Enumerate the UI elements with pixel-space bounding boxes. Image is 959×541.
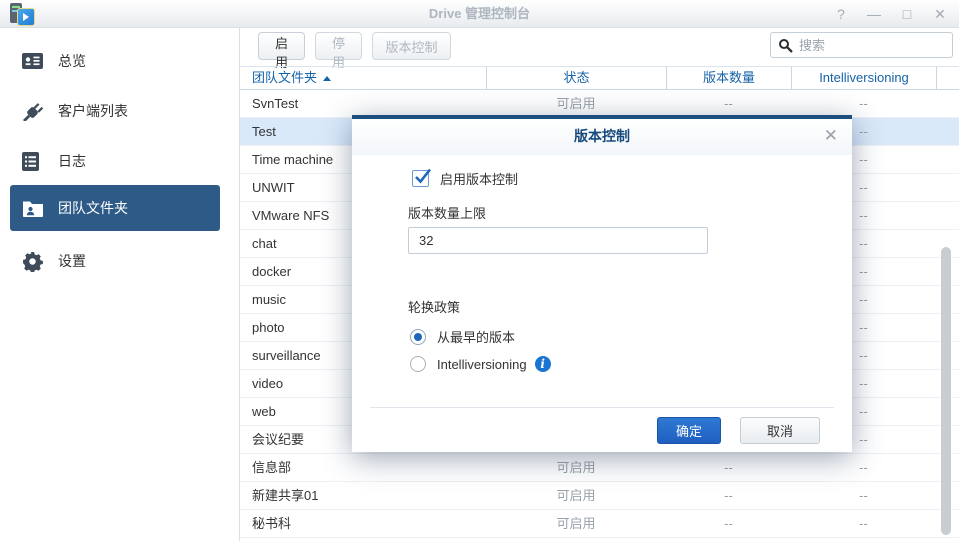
overview-card-icon	[22, 50, 46, 72]
sort-ascending-icon	[323, 76, 331, 81]
search-icon	[778, 38, 793, 53]
max-versions-label: 版本数量上限	[408, 203, 486, 222]
column-header-version-count[interactable]: 版本数量	[666, 67, 791, 89]
sidebar-item-label: 日志	[58, 151, 86, 171]
cell-intelliversioning: --	[791, 482, 936, 509]
sidebar-item-team-folder[interactable]: 团队文件夹	[10, 185, 220, 231]
column-header-status[interactable]: 状态	[486, 67, 666, 89]
table-row[interactable]: 秘书科可启用----	[240, 510, 959, 538]
column-header-spacer	[936, 67, 959, 89]
sidebar-item-client-list[interactable]: 客户端列表	[10, 91, 220, 131]
radio-selected-icon	[410, 329, 426, 345]
column-header-team-folder[interactable]: 团队文件夹	[240, 67, 486, 89]
enable-version-control-checkbox[interactable]: 启用版本控制	[412, 169, 518, 188]
cell-spacer	[936, 118, 959, 145]
disable-button[interactable]: 停用	[315, 32, 362, 60]
radio-label: 从最早的版本	[437, 327, 515, 346]
dialog-divider	[370, 407, 834, 408]
close-window-icon[interactable]: ✕	[933, 6, 947, 23]
table-row[interactable]: 新建共享01可启用----	[240, 482, 959, 510]
cell-status: 可启用	[486, 454, 666, 481]
cell-status: 可启用	[486, 90, 666, 117]
search-input[interactable]	[799, 38, 952, 53]
enable-button[interactable]: 启用	[258, 32, 305, 60]
sidebar-item-logs[interactable]: 日志	[10, 141, 220, 181]
cell-status: 可启用	[486, 510, 666, 537]
minimize-icon[interactable]: —	[867, 6, 881, 22]
radio-unselected-icon	[410, 356, 426, 372]
cell-intelliversioning: --	[791, 454, 936, 481]
dialog-title: 版本控制	[352, 119, 852, 153]
cell-versions: --	[666, 482, 791, 509]
rotation-policy-label: 轮换政策	[408, 297, 460, 316]
sidebar-item-settings[interactable]: 设置	[10, 241, 220, 281]
toolbar: 启用 停用 版本控制	[240, 28, 959, 66]
max-versions-input[interactable]	[408, 227, 708, 254]
info-icon[interactable]: i	[535, 356, 551, 372]
ok-button[interactable]: 确定	[657, 417, 721, 444]
dialog-header: 版本控制 ✕	[352, 119, 852, 155]
sidebar-item-label: 总览	[58, 51, 86, 71]
checkbox-label: 启用版本控制	[440, 169, 518, 188]
search-box[interactable]	[770, 32, 953, 58]
gear-icon	[22, 250, 46, 272]
cell-spacer	[936, 90, 959, 117]
plug-icon	[22, 100, 46, 122]
vertical-scrollbar-thumb[interactable]	[941, 247, 951, 535]
cell-versions: --	[666, 510, 791, 537]
sidebar-item-label: 团队文件夹	[58, 198, 128, 218]
cell-versions: --	[666, 90, 791, 117]
close-dialog-icon[interactable]: ✕	[824, 126, 838, 146]
cell-name: 秘书科	[240, 510, 486, 537]
cell-name: 信息部	[240, 454, 486, 481]
table-header: 团队文件夹 状态 版本数量 Intelliversioning	[240, 66, 959, 90]
column-header-intelliversioning[interactable]: Intelliversioning	[791, 67, 936, 89]
cancel-button[interactable]: 取消	[740, 417, 820, 444]
cell-spacer	[936, 146, 959, 173]
drive-admin-console-window: Drive 管理控制台 ? — □ ✕ 总览 客户端列表 日志	[0, 0, 959, 541]
help-icon[interactable]: ?	[834, 6, 848, 22]
version-control-dialog: 版本控制 ✕ 启用版本控制 版本数量上限 轮换政策 从最早的版本 Intelli…	[352, 115, 852, 452]
cell-intelliversioning: --	[791, 90, 936, 117]
cell-name: 新建共享01	[240, 482, 486, 509]
radio-intelliversioning[interactable]: Intelliversioning i	[410, 356, 551, 372]
cell-intelliversioning: --	[791, 510, 936, 537]
sidebar-item-overview[interactable]: 总览	[10, 41, 220, 81]
sidebar: 总览 客户端列表 日志 团队文件夹 设置	[0, 28, 240, 541]
cell-status: 可启用	[486, 482, 666, 509]
radio-label: Intelliversioning	[437, 357, 527, 372]
cell-versions: --	[666, 454, 791, 481]
cell-spacer	[936, 202, 959, 229]
log-icon	[22, 150, 46, 172]
cell-name: SvnTest	[240, 90, 486, 117]
window-title: Drive 管理控制台	[0, 0, 959, 28]
sidebar-item-label: 客户端列表	[58, 101, 128, 121]
version-control-button[interactable]: 版本控制	[372, 32, 451, 60]
team-folder-icon	[22, 197, 46, 219]
table-row[interactable]: SvnTest可启用----	[240, 90, 959, 118]
titlebar: Drive 管理控制台 ? — □ ✕	[0, 0, 959, 28]
radio-earliest-version[interactable]: 从最早的版本	[410, 327, 515, 346]
cell-spacer	[936, 174, 959, 201]
table-row[interactable]: 信息部可启用----	[240, 454, 959, 482]
maximize-icon[interactable]: □	[900, 6, 914, 22]
sidebar-item-label: 设置	[58, 251, 86, 271]
checkbox-checked-icon	[412, 170, 429, 187]
